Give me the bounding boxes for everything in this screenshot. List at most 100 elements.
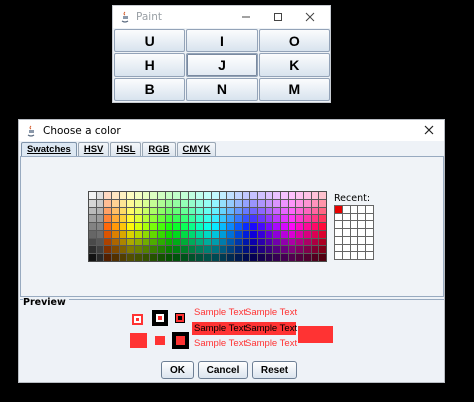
swatch-cell[interactable] <box>319 246 326 254</box>
minimize-button[interactable] <box>230 6 262 28</box>
swatch-cell[interactable] <box>188 192 196 199</box>
swatch-cell[interactable] <box>135 215 142 223</box>
swatch-cell[interactable] <box>204 192 211 199</box>
swatch-cell[interactable] <box>142 207 150 215</box>
swatch-cell[interactable] <box>257 215 265 223</box>
swatch-cell[interactable] <box>204 238 211 246</box>
recent-swatch-cell[interactable] <box>335 213 342 221</box>
swatch-cell[interactable] <box>150 215 158 223</box>
swatch-cell[interactable] <box>303 192 311 199</box>
swatch-cell[interactable] <box>158 207 165 215</box>
swatch-cell[interactable] <box>250 230 257 238</box>
swatch-cell[interactable] <box>135 246 142 254</box>
key-button-o[interactable]: O <box>258 29 330 53</box>
swatch-cell[interactable] <box>296 199 303 207</box>
swatch-cell[interactable] <box>89 192 96 199</box>
swatch-cell[interactable] <box>173 215 181 223</box>
swatch-cell[interactable] <box>89 246 96 254</box>
swatch-cell[interactable] <box>104 192 112 199</box>
swatch-cell[interactable] <box>311 230 319 238</box>
swatch-cell[interactable] <box>104 199 112 207</box>
swatch-cell[interactable] <box>204 207 211 215</box>
swatch-cell[interactable] <box>227 254 234 261</box>
swatch-cell[interactable] <box>211 254 219 261</box>
swatch-cell[interactable] <box>112 192 119 199</box>
swatch-cell[interactable] <box>303 238 311 246</box>
swatch-cell[interactable] <box>135 238 142 246</box>
swatch-cell[interactable] <box>173 246 181 254</box>
swatch-cell[interactable] <box>303 254 311 261</box>
swatch-cell[interactable] <box>319 223 326 230</box>
swatch-cell[interactable] <box>142 215 150 223</box>
swatch-cell[interactable] <box>280 207 288 215</box>
swatch-cell[interactable] <box>303 246 311 254</box>
swatch-cell[interactable] <box>135 199 142 207</box>
swatch-cell[interactable] <box>89 238 96 246</box>
swatch-cell[interactable] <box>196 254 204 261</box>
tab-swatches[interactable]: Swatches <box>21 142 77 156</box>
swatch-cell[interactable] <box>288 254 296 261</box>
swatch-cell[interactable] <box>234 207 242 215</box>
swatch-cell[interactable] <box>211 223 219 230</box>
swatch-cell[interactable] <box>296 254 303 261</box>
swatch-cell[interactable] <box>234 192 242 199</box>
swatch-cell[interactable] <box>280 246 288 254</box>
swatch-cell[interactable] <box>119 207 127 215</box>
swatch-cell[interactable] <box>142 230 150 238</box>
swatch-cell[interactable] <box>158 192 165 199</box>
recent-swatch-cell[interactable] <box>342 244 350 252</box>
swatch-cell[interactable] <box>250 207 257 215</box>
swatch-cell[interactable] <box>173 254 181 261</box>
swatch-cell[interactable] <box>211 207 219 215</box>
swatch-cell[interactable] <box>181 199 188 207</box>
swatch-cell[interactable] <box>211 192 219 199</box>
tab-hsl[interactable]: HSL <box>110 142 142 156</box>
swatch-cell[interactable] <box>188 238 196 246</box>
swatch-cell[interactable] <box>219 246 227 254</box>
swatch-cell[interactable] <box>273 199 280 207</box>
swatch-cell[interactable] <box>104 238 112 246</box>
swatch-cell[interactable] <box>311 192 319 199</box>
swatch-cell[interactable] <box>119 199 127 207</box>
swatch-cell[interactable] <box>112 215 119 223</box>
swatch-cell[interactable] <box>127 207 135 215</box>
swatch-cell[interactable] <box>135 192 142 199</box>
maximize-button[interactable] <box>262 6 294 28</box>
swatch-cell[interactable] <box>250 246 257 254</box>
swatch-cell[interactable] <box>196 223 204 230</box>
key-button-h[interactable]: H <box>114 53 186 77</box>
swatch-cell[interactable] <box>127 223 135 230</box>
recent-swatch-cell[interactable] <box>350 221 358 229</box>
swatch-cell[interactable] <box>257 254 265 261</box>
swatch-cell[interactable] <box>181 254 188 261</box>
swatch-cell[interactable] <box>319 199 326 207</box>
swatch-cell[interactable] <box>173 223 181 230</box>
swatch-cell[interactable] <box>265 238 273 246</box>
swatch-cell[interactable] <box>296 192 303 199</box>
recent-swatch-cell[interactable] <box>358 229 366 236</box>
swatch-cell[interactable] <box>280 254 288 261</box>
swatch-cell[interactable] <box>165 230 173 238</box>
swatch-cell[interactable] <box>288 230 296 238</box>
swatch-cell[interactable] <box>204 223 211 230</box>
recent-swatch-cell[interactable] <box>358 206 366 213</box>
swatch-cell[interactable] <box>188 223 196 230</box>
swatch-cell[interactable] <box>135 223 142 230</box>
swatch-cell[interactable] <box>303 215 311 223</box>
key-button-u[interactable]: U <box>114 29 186 53</box>
recent-swatch-cell[interactable] <box>366 221 373 229</box>
swatch-cell[interactable] <box>135 207 142 215</box>
swatch-cell[interactable] <box>150 238 158 246</box>
swatch-cell[interactable] <box>104 246 112 254</box>
swatch-cell[interactable] <box>96 254 104 261</box>
swatch-cell[interactable] <box>273 207 280 215</box>
swatch-cell[interactable] <box>234 199 242 207</box>
dialog-titlebar[interactable]: Choose a color <box>19 120 444 141</box>
swatch-cell[interactable] <box>280 199 288 207</box>
swatch-cell[interactable] <box>265 246 273 254</box>
swatch-cell[interactable] <box>227 192 234 199</box>
swatch-cell[interactable] <box>250 192 257 199</box>
swatch-cell[interactable] <box>142 223 150 230</box>
swatch-cell[interactable] <box>227 238 234 246</box>
swatch-cell[interactable] <box>96 199 104 207</box>
